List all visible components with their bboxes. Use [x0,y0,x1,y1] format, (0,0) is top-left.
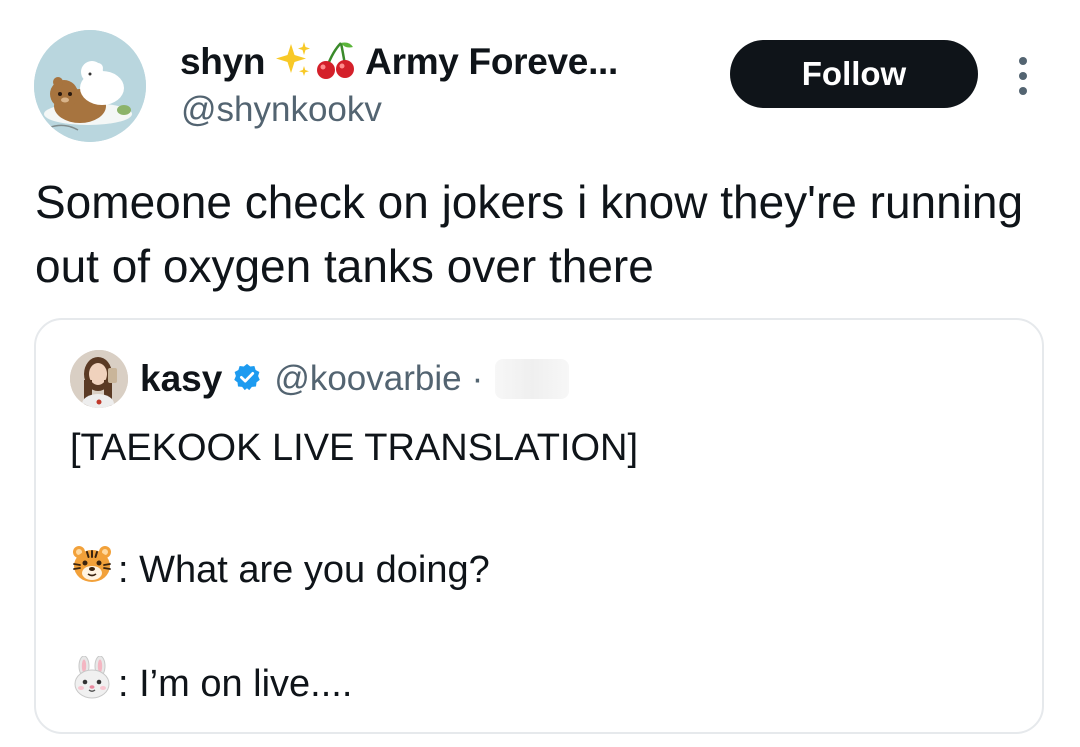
tiger-face-emoji-icon [70,542,114,598]
quoted-line-1-text: : What are you doing? [118,549,490,591]
verified-badge-icon [232,362,262,397]
sparkles-emoji-icon [273,40,313,85]
quoted-heading: [TAEKOOK LIVE TRANSLATION] [70,427,639,469]
author-name-row[interactable]: shyn Army Foreve... [180,40,618,84]
author-handle[interactable]: @shynkookv [181,90,382,130]
quoted-display-name[interactable]: kasy [140,358,222,400]
quoted-author-avatar[interactable] [70,350,128,408]
separator-dot: · [471,359,484,398]
redacted-timestamp [495,359,570,399]
quoted-name-row[interactable]: kasy @koovarbie · [140,356,570,402]
follow-button[interactable]: Follow [730,40,978,108]
quoted-line-1: : What are you doing? [70,542,490,598]
tweet-text: Someone check on jokers i know they're r… [35,176,1024,292]
more-options-icon[interactable] [1008,52,1038,100]
quoted-line-2: : I’m on live.... [70,655,353,712]
author-avatar[interactable] [34,30,146,142]
cherries-emoji-icon [315,39,357,86]
quoted-line-2-text: : I’m on live.... [118,663,353,705]
author-display-name[interactable]: shyn [180,41,265,83]
quoted-handle[interactable]: @koovarbie [274,359,461,399]
rabbit-face-emoji-icon [70,655,114,712]
quoted-tweet-card[interactable]: kasy @koovarbie · [TAEKOOK LIVE TRANSLAT… [34,318,1044,734]
author-display-name-suffix[interactable]: Army Foreve... [365,41,618,83]
